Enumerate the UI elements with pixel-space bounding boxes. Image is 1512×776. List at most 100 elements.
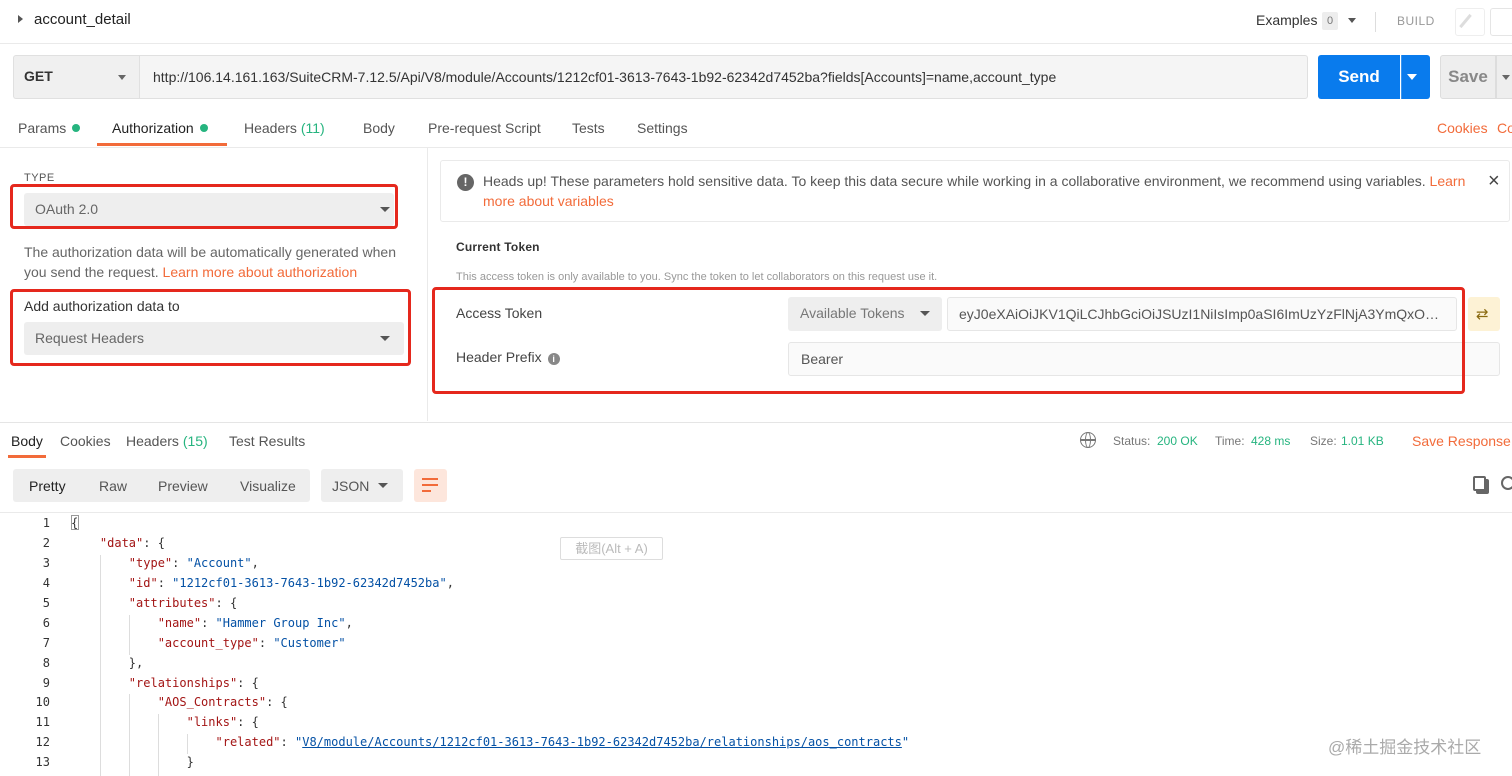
- chevron-down-icon[interactable]: [1348, 18, 1356, 23]
- side-panel-button[interactable]: [1490, 8, 1512, 36]
- wrap-icon-line: [422, 490, 431, 492]
- tab-label: Headers: [126, 433, 179, 449]
- active-tab-indicator: [97, 143, 227, 146]
- headers-count: (11): [300, 120, 325, 136]
- status-value[interactable]: 200 OK: [1157, 434, 1198, 448]
- response-tab-cookies[interactable]: Cookies: [60, 433, 111, 449]
- highlight-box: [10, 184, 398, 229]
- auth-type-label: TYPE: [24, 172, 55, 184]
- tab-body[interactable]: Body: [363, 120, 395, 136]
- search-icon[interactable]: [1501, 476, 1512, 490]
- account-type-value: "Customer": [273, 636, 346, 650]
- examples-dropdown[interactable]: Examples: [1256, 12, 1317, 28]
- code-line: {: [71, 516, 79, 530]
- line-number: 3: [42, 556, 50, 570]
- code-line: },: [71, 656, 144, 670]
- code-line: }: [71, 755, 194, 769]
- current-token-heading: Current Token: [456, 240, 540, 254]
- view-preview-button[interactable]: Preview: [158, 478, 208, 494]
- edit-button[interactable]: [1455, 8, 1485, 36]
- line-number: 4: [42, 576, 50, 590]
- view-pretty-button[interactable]: Pretty: [29, 478, 66, 494]
- divider: [427, 148, 428, 421]
- headers-count: (15): [182, 433, 208, 449]
- request-name[interactable]: account_detail: [34, 11, 131, 28]
- code-line: "relationships": {: [128, 676, 259, 690]
- response-tab-test-results[interactable]: Test Results: [229, 433, 305, 449]
- examples-count-badge: 0: [1322, 12, 1338, 30]
- build-button[interactable]: BUILD: [1397, 14, 1435, 28]
- wrap-icon: [422, 478, 438, 480]
- notice-message: Heads up! These parameters hold sensitiv…: [483, 173, 1426, 189]
- code-line: "links": {: [186, 715, 259, 729]
- code-line: "name": "Hammer Group Inc",: [157, 616, 353, 630]
- chevron-down-icon: [1502, 75, 1510, 80]
- view-raw-button[interactable]: Raw: [99, 478, 127, 494]
- chevron-down-icon: [118, 75, 126, 80]
- learn-more-auth-link[interactable]: Learn more about authorization: [163, 264, 358, 280]
- screenshot-tooltip: 截图(Alt + A): [560, 537, 663, 560]
- time-value[interactable]: 428 ms: [1251, 434, 1290, 448]
- token-note: This access token is only available to y…: [456, 271, 938, 283]
- cookies-link[interactable]: Cookies: [1437, 120, 1488, 136]
- type-value: "Account": [186, 556, 252, 570]
- divider: [0, 147, 1512, 148]
- format-value: JSON: [332, 478, 370, 494]
- line-number: 6: [42, 616, 50, 630]
- line-number: 2: [42, 536, 50, 550]
- time-label: Time:: [1215, 434, 1245, 448]
- line-number: 9: [42, 676, 50, 690]
- line-number: 13: [35, 755, 50, 769]
- code-line: "AOS_Contracts": {: [157, 695, 288, 709]
- name-value: "Hammer Group Inc": [215, 616, 346, 630]
- line-number: 7: [42, 636, 50, 650]
- divider: [1375, 12, 1376, 32]
- id-value: "1212cf01-3613-7643-1b92-62342d7452ba": [172, 576, 447, 590]
- wrap-icon-line: [422, 484, 438, 486]
- save-response-button[interactable]: Save Response: [1412, 433, 1511, 449]
- method-value: GET: [24, 68, 53, 84]
- close-icon[interactable]: ×: [1488, 170, 1500, 193]
- notice-text: Heads up! These parameters hold sensitiv…: [483, 171, 1468, 211]
- code-link[interactable]: Co: [1497, 120, 1512, 136]
- caret-right-icon[interactable]: [18, 15, 23, 23]
- globe-icon-meridian: [1085, 432, 1091, 448]
- line-number: 11: [35, 715, 50, 729]
- highlight-box: [10, 289, 411, 366]
- watermark: @稀土掘金技术社区: [1328, 738, 1482, 757]
- line-number: 10: [35, 695, 50, 709]
- copy-icon[interactable]: [1473, 476, 1486, 491]
- size-label: Size:: [1310, 434, 1337, 448]
- view-visualize-button[interactable]: Visualize: [240, 478, 296, 494]
- line-number: 8: [42, 656, 50, 670]
- tab-params[interactable]: Params: [18, 120, 81, 136]
- code-line: "type": "Account",: [128, 556, 259, 570]
- active-tab-indicator: [8, 455, 46, 458]
- response-tab-headers[interactable]: Headers (15): [126, 433, 208, 449]
- response-tab-body[interactable]: Body: [11, 433, 43, 449]
- auth-description: The authorization data will be automatic…: [24, 242, 414, 282]
- line-number: 12: [35, 735, 50, 749]
- code-line: "attributes": {: [128, 596, 238, 610]
- divider: [0, 422, 1512, 423]
- tab-tests[interactable]: Tests: [572, 120, 605, 136]
- tab-authorization[interactable]: Authorization: [112, 120, 208, 136]
- status-label: Status:: [1113, 434, 1151, 448]
- status-dot: [72, 124, 81, 132]
- code-line: "id": "1212cf01-3613-7643-1b92-62342d745…: [128, 576, 454, 590]
- code-line: "related": "V8/module/Accounts/1212cf01-…: [215, 735, 910, 749]
- tab-prerequest-script[interactable]: Pre-request Script: [428, 120, 541, 136]
- tab-settings[interactable]: Settings: [637, 120, 688, 136]
- related-link[interactable]: V8/module/Accounts/1212cf01-3613-7643-1b…: [302, 735, 902, 749]
- status-dot: [199, 124, 208, 132]
- send-button[interactable]: Send: [1318, 55, 1400, 99]
- code-line: "data": {: [99, 536, 165, 550]
- line-number: 5: [42, 596, 50, 610]
- url-input[interactable]: [139, 55, 1308, 99]
- line-number: 1: [42, 516, 50, 530]
- size-value[interactable]: 1.01 KB: [1341, 434, 1384, 448]
- chevron-down-icon: [1407, 74, 1417, 80]
- tab-headers[interactable]: Headers (11): [244, 120, 325, 136]
- save-button[interactable]: Save: [1440, 55, 1496, 99]
- tab-label: Params: [18, 120, 67, 136]
